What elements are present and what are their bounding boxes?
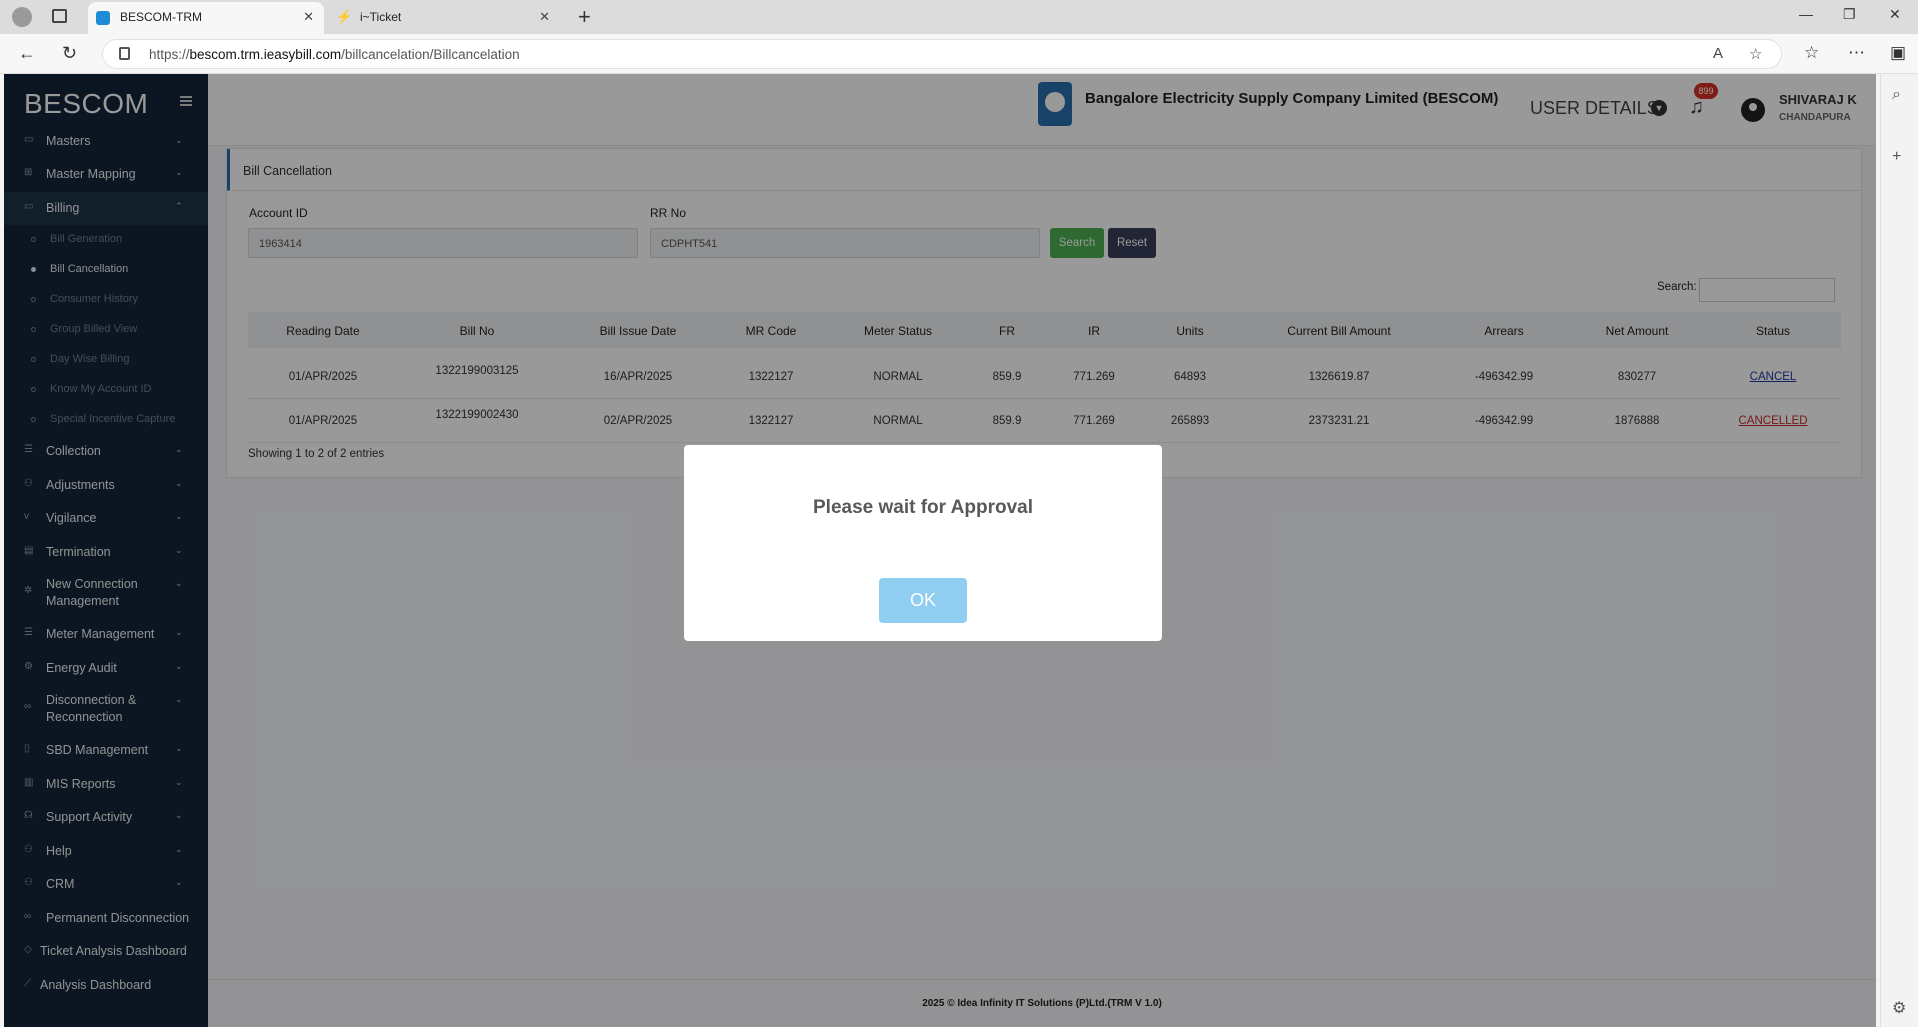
search-icon[interactable]: ⌕ <box>1892 86 1901 104</box>
back-icon[interactable]: ← <box>18 43 36 64</box>
favorite-star-icon[interactable]: ☆ <box>1749 45 1762 63</box>
favorites-icon[interactable]: ☆ <box>1804 43 1819 63</box>
lock-icon <box>119 47 130 60</box>
tab-iticket[interactable]: ⚡ i~Ticket ✕ <box>328 2 560 34</box>
tab-title: BESCOM-TRM <box>120 10 202 24</box>
more-menu-icon[interactable]: ⋯ <box>1848 43 1865 63</box>
window-close-icon[interactable]: ✕ <box>1889 6 1901 23</box>
tab-actions-icon[interactable] <box>52 9 67 23</box>
refresh-icon[interactable]: ↻ <box>62 43 77 64</box>
tab-strip: BESCOM-TRM ✕ ⚡ i~Ticket ✕ + — ❐ ✕ <box>0 0 1918 34</box>
approval-dialog: Please wait for Approval OK <box>684 445 1162 641</box>
read-aloud-icon[interactable]: A <box>1713 45 1723 62</box>
dialog-message: Please wait for Approval <box>813 497 1033 518</box>
ok-button[interactable]: OK <box>879 578 967 623</box>
close-tab-icon[interactable]: ✕ <box>303 2 314 32</box>
bescom-favicon-icon <box>96 11 110 25</box>
minimize-icon[interactable]: — <box>1799 6 1813 22</box>
settings-gear-icon[interactable]: ⚙ <box>1892 998 1906 1018</box>
add-icon[interactable]: + <box>1892 148 1901 166</box>
profile-icon[interactable] <box>12 7 32 27</box>
sidebar-toggle-icon[interactable]: ▣ <box>1890 43 1906 63</box>
iticket-favicon-icon: ⚡ <box>336 9 353 24</box>
address-bar-row: ← ↻ https://bescom.trm.ieasybill.com/bil… <box>0 34 1918 74</box>
tab-bescom-trm[interactable]: BESCOM-TRM ✕ <box>88 2 324 34</box>
browser-window: BESCOM-TRM ✕ ⚡ i~Ticket ✕ + — ❐ ✕ ← ↻ ht… <box>0 0 1918 1027</box>
url-field[interactable]: https://bescom.trm.ieasybill.com/billcan… <box>102 39 1782 69</box>
close-tab-icon[interactable]: ✕ <box>539 2 550 32</box>
url-text: https://bescom.trm.ieasybill.com/billcan… <box>149 47 520 62</box>
restore-icon[interactable]: ❐ <box>1843 6 1856 23</box>
tab-title: i~Ticket <box>360 10 402 24</box>
new-tab-icon[interactable]: + <box>578 4 591 30</box>
edge-sidebar: ⌕ + ⚙ <box>1880 74 1918 1027</box>
